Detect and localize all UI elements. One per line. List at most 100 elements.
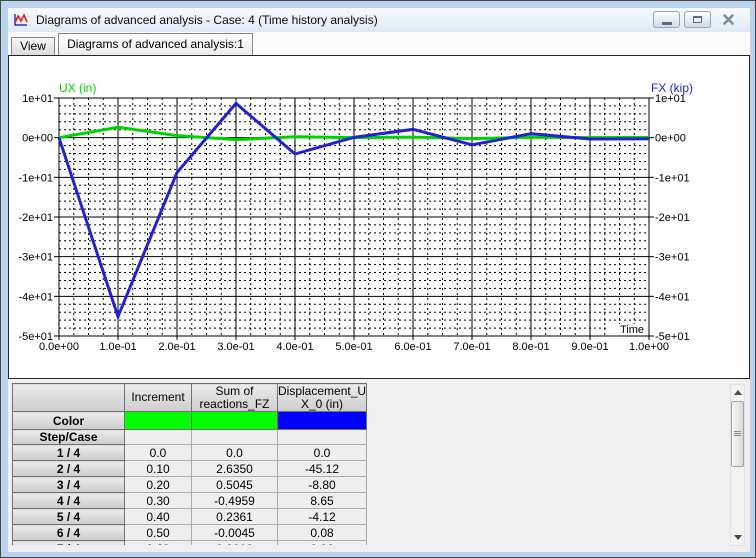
row-header-step-case[interactable]: Step/Case — [12, 429, 125, 445]
table-cell[interactable]: -0.0045 — [191, 524, 278, 541]
row-header-4-4[interactable]: 4 / 4 — [12, 492, 125, 509]
window-title: Diagrams of advanced analysis - Case: 4 … — [36, 13, 378, 27]
corner-header-cell[interactable] — [12, 383, 125, 412]
chart-panel: 0.0e+00 1.0e-01 2.0e-01 3.0e-01 4.0e-01 5.0e-… — [8, 55, 750, 379]
svg-text:-2e+01: -2e+01 — [655, 212, 690, 224]
restore-button[interactable] — [684, 11, 711, 28]
svg-text:-2e+01: -2e+01 — [18, 212, 53, 224]
table-cell[interactable]: 0.0016 — [191, 540, 278, 545]
minimize-button[interactable] — [653, 11, 680, 28]
tab-strip: View Diagrams of advanced analysis:1 — [8, 32, 750, 55]
table-cell[interactable]: 2.6350 — [191, 460, 278, 477]
scrollbar-thumb[interactable] — [731, 401, 744, 467]
arrow-up-icon — [733, 390, 742, 395]
table-row: 2 / 4 0.10 2.6350 -45.12 — [12, 460, 368, 477]
svg-text:-5e+01: -5e+01 — [18, 331, 53, 343]
table-cell[interactable]: 0.60 — [124, 540, 192, 545]
row-header-2-4[interactable]: 2 / 4 — [12, 460, 125, 477]
table-header-row: Increment Sum of reactions_FZ Displacemen… — [12, 383, 368, 412]
table-row-partial: 7 / 4 0.60 0.0016 0.06 — [12, 540, 368, 545]
svg-text:3.0e-01: 3.0e-01 — [217, 341, 254, 353]
row-header-3-4[interactable]: 3 / 4 — [12, 476, 125, 493]
table-cell[interactable]: 0.2361 — [191, 508, 278, 525]
window-controls — [649, 11, 742, 28]
table-cell[interactable]: -0.4959 — [191, 492, 278, 509]
restore-icon — [693, 16, 702, 23]
table-vertical-scrollbar[interactable] — [730, 384, 745, 546]
svg-text:5.0e-01: 5.0e-01 — [335, 341, 372, 353]
svg-text:-4e+01: -4e+01 — [18, 291, 53, 303]
table-cell[interactable]: 0.5045 — [191, 476, 278, 493]
table-cell[interactable] — [191, 429, 278, 445]
table-cell[interactable]: -8.80 — [276, 476, 368, 493]
table-row: 6 / 4 0.50 -0.0045 0.08 — [12, 524, 368, 541]
svg-text:6.0e-01: 6.0e-01 — [394, 341, 431, 353]
table-row: 3 / 4 0.20 0.5045 -8.80 — [12, 476, 368, 493]
svg-text:9.0e-01: 9.0e-01 — [571, 341, 608, 353]
tab-view[interactable]: View — [11, 37, 55, 55]
svg-text:-3e+01: -3e+01 — [655, 252, 690, 264]
row-header-5-4[interactable]: 5 / 4 — [12, 508, 125, 525]
svg-text:2.0e-01: 2.0e-01 — [158, 341, 195, 353]
tab-diagrams-of-advanced-analysis-1[interactable]: Diagrams of advanced analysis:1 — [58, 33, 253, 55]
arrow-down-icon — [733, 535, 742, 540]
svg-text:0e+00: 0e+00 — [22, 133, 53, 145]
table-cell[interactable]: 0.0 — [191, 444, 278, 461]
scroll-down-button[interactable] — [731, 530, 744, 545]
row-header-1-4[interactable]: 1 / 4 — [12, 444, 125, 461]
table-cell[interactable]: 0.06 — [276, 540, 368, 545]
table-cell[interactable]: -45.12 — [276, 460, 368, 477]
title-bar[interactable]: Diagrams of advanced analysis - Case: 4 … — [8, 8, 750, 32]
row-header-7-4[interactable]: 7 / 4 — [12, 540, 125, 545]
scroll-up-button[interactable] — [731, 385, 744, 400]
close-button[interactable] — [715, 11, 742, 28]
svg-text:4.0e-01: 4.0e-01 — [276, 341, 313, 353]
row-header-color[interactable]: Color — [12, 411, 125, 430]
table-row: 5 / 4 0.40 0.2361 -4.12 — [12, 508, 368, 525]
chart-app-icon — [14, 13, 28, 26]
window-content: Diagrams of advanced analysis - Case: 4 … — [8, 8, 750, 552]
table-cell[interactable]: 0.08 — [276, 524, 368, 541]
table-cell[interactable]: 0.30 — [124, 492, 192, 509]
close-icon — [723, 14, 734, 25]
table-cell[interactable]: -4.12 — [276, 508, 368, 525]
svg-text:-1e+01: -1e+01 — [655, 172, 690, 184]
step-case-row: Step/Case — [12, 429, 368, 445]
table-cell[interactable] — [124, 429, 192, 445]
table-cell[interactable]: 0.20 — [124, 476, 192, 493]
results-table: Increment Sum of reactions_FZ Displacemen… — [12, 383, 368, 545]
minimize-icon — [661, 21, 672, 25]
column-header-displacement-ux-0[interactable]: Displacement_U X_0 (in) — [276, 383, 368, 412]
column-header-sum-of-reactions-fz[interactable]: Sum of reactions_FZ — [191, 383, 278, 412]
color-swatch-increment[interactable] — [124, 411, 192, 430]
scrollbar-grip-icon — [734, 431, 741, 437]
column-header-increment[interactable]: Increment — [124, 383, 192, 412]
color-swatch-displacement-ux-0[interactable] — [276, 411, 368, 430]
svg-text:-5e+01: -5e+01 — [655, 331, 690, 343]
svg-text:UX (in): UX (in) — [59, 81, 96, 95]
svg-text:-4e+01: -4e+01 — [655, 291, 690, 303]
table-row: 1 / 4 0.0 0.0 0.0 — [12, 444, 368, 461]
color-swatch-sum-of-reactions-fz[interactable] — [191, 411, 278, 430]
svg-text:0e+00: 0e+00 — [655, 133, 686, 145]
svg-text:-1e+01: -1e+01 — [18, 172, 53, 184]
time-history-chart: 0.0e+00 1.0e-01 2.0e-01 3.0e-01 4.0e-01 5.0e-… — [18, 81, 693, 353]
svg-text:1.0e-01: 1.0e-01 — [99, 341, 136, 353]
row-header-6-4[interactable]: 6 / 4 — [12, 524, 125, 541]
svg-text:-3e+01: -3e+01 — [18, 252, 53, 264]
results-table-pane: Increment Sum of reactions_FZ Displacemen… — [8, 379, 750, 552]
table-cell[interactable]: 0.0 — [276, 444, 368, 461]
table-cell[interactable] — [276, 429, 368, 445]
table-cell[interactable]: 0.0 — [124, 444, 192, 461]
svg-text:7.0e-01: 7.0e-01 — [453, 341, 490, 353]
table-cell[interactable]: 0.50 — [124, 524, 192, 541]
table-cell[interactable]: 0.10 — [124, 460, 192, 477]
color-row: Color — [12, 411, 368, 430]
results-table-wrap: Increment Sum of reactions_FZ Displacemen… — [12, 383, 368, 545]
svg-text:FX (kip): FX (kip) — [651, 81, 693, 95]
diagrams-window: Diagrams of advanced analysis - Case: 4 … — [0, 0, 756, 558]
svg-text:Time: Time — [620, 324, 644, 336]
svg-text:8.0e-01: 8.0e-01 — [512, 341, 549, 353]
table-cell[interactable]: 8.65 — [276, 492, 368, 509]
table-cell[interactable]: 0.40 — [124, 508, 192, 525]
